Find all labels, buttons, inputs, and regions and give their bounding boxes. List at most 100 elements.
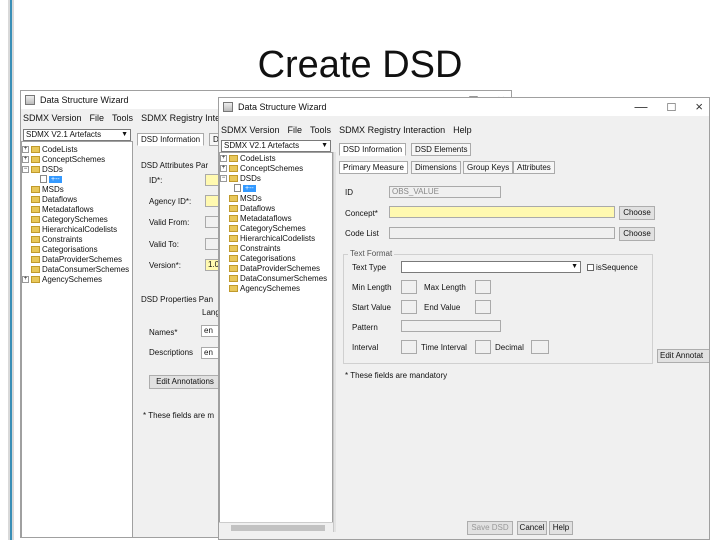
artefact-tree[interactable]: + CodeLists + ConceptSchemes − DSDs +-- MSD… [21, 141, 133, 537]
min-length-field[interactable] [401, 280, 417, 294]
folder-icon [229, 194, 238, 202]
choose-concept-button[interactable]: Choose [619, 206, 655, 220]
expand-icon[interactable]: + [220, 154, 227, 162]
tree-item[interactable]: Metadataflows [31, 204, 94, 214]
minimize-icon[interactable]: — [635, 99, 648, 114]
expand-icon[interactable]: + [22, 155, 29, 163]
tab-dimensions[interactable]: Dimensions [411, 161, 461, 174]
collapse-icon[interactable]: − [22, 165, 29, 173]
edit-annotations-button[interactable]: Edit Annotat [657, 349, 709, 363]
tree-item[interactable]: CategorySchemes [229, 223, 306, 233]
tree-item[interactable]: Metadataflows [229, 213, 292, 223]
menu-sdmx-version[interactable]: SDMX Version [23, 113, 82, 127]
version-label: Version*: [149, 261, 182, 270]
interval-field[interactable] [401, 340, 417, 354]
maximize-icon[interactable]: □ [668, 99, 676, 114]
tree-item[interactable]: − DSDs [220, 173, 261, 183]
close-icon[interactable]: × [695, 99, 703, 114]
splitter[interactable] [333, 152, 336, 532]
artefacts-select[interactable]: SDMX V2.1 Artefacts ▼ [23, 129, 131, 141]
menu-file[interactable]: File [288, 125, 303, 139]
menu-registry-interaction[interactable]: SDMX Registry Interaction [339, 125, 445, 139]
max-length-field[interactable] [475, 280, 491, 294]
tree-item[interactable]: + CodeLists [220, 153, 276, 163]
tree-item[interactable]: Dataflows [31, 194, 77, 204]
tree-item[interactable]: MSDs [31, 184, 64, 194]
menu-sdmx-version[interactable]: SDMX Version [221, 125, 280, 139]
descriptions-lang-field[interactable]: en [201, 347, 219, 359]
tree-item[interactable]: DataConsumerSchemes [229, 273, 327, 283]
artefacts-select[interactable]: SDMX V2.1 Artefacts ▼ [221, 140, 331, 152]
collapse-icon[interactable]: − [220, 174, 227, 182]
slide-title: Create DSD [257, 44, 463, 86]
tree-item[interactable]: MSDs [229, 193, 262, 203]
codelist-field[interactable] [389, 227, 615, 239]
properties-panel-title: DSD Properties Pan [141, 295, 214, 304]
concept-field[interactable] [389, 206, 615, 218]
tab-dsd-elements[interactable]: DSD Elements [411, 143, 472, 156]
app-icon [223, 102, 233, 112]
tree-item[interactable]: Categorisations [31, 244, 98, 254]
folder-icon [31, 205, 40, 213]
edit-annotations-button[interactable]: Edit Annotations [149, 375, 221, 389]
start-value-field[interactable] [401, 300, 417, 314]
tree-item[interactable]: + AgencySchemes [22, 274, 102, 284]
attributes-panel-title: DSD Attributes Par [141, 161, 209, 170]
decimal-field[interactable] [531, 340, 549, 354]
tab-dsd-information[interactable]: DSD Information [339, 143, 407, 156]
tree-item[interactable]: Constraints [229, 243, 280, 253]
tree-item[interactable]: DataProviderSchemes [229, 263, 320, 273]
save-dsd-button[interactable]: Save DSD [467, 521, 513, 535]
tree-item[interactable]: HierarchicalCodelists [229, 233, 315, 243]
front-window-titlebar[interactable]: Data Structure Wizard — □ × [219, 98, 709, 116]
front-window: Data Structure Wizard — □ × SDMX Version… [218, 97, 710, 540]
tree-item[interactable]: − DSDs [22, 164, 63, 174]
expand-icon[interactable]: + [22, 145, 29, 153]
folder-icon [229, 224, 238, 232]
front-window-controls: — □ × [635, 99, 703, 114]
scrollbar-thumb[interactable] [231, 525, 325, 531]
text-type-select[interactable]: ▼ [401, 261, 581, 273]
is-sequence-checkbox[interactable]: isSequence [587, 263, 638, 272]
help-button[interactable]: Help [549, 521, 573, 535]
checkbox-icon[interactable] [587, 264, 594, 272]
mandatory-note: * These fields are mandatory [345, 371, 448, 380]
folder-icon [31, 145, 40, 153]
tree-item[interactable]: + CodeLists [22, 144, 78, 154]
menu-registry-interaction[interactable]: SDMX Registry Intera [141, 113, 228, 127]
time-interval-label: Time Interval [421, 343, 467, 352]
choose-codelist-button[interactable]: Choose [619, 227, 655, 241]
tab-dsd-information[interactable]: DSD Information [137, 133, 205, 146]
tree-item[interactable]: DataProviderSchemes [31, 254, 122, 264]
names-lang-field[interactable]: en [201, 325, 219, 337]
tab-primary-measure[interactable]: Primary Measure [339, 161, 408, 174]
menu-tools[interactable]: Tools [310, 125, 331, 139]
tab-group-keys[interactable]: Group Keys [463, 161, 514, 174]
tree-item-new[interactable]: +-- [234, 183, 256, 193]
tree-item[interactable]: + ConceptSchemes [22, 154, 105, 164]
tree-item[interactable]: Categorisations [229, 253, 296, 263]
tree-item[interactable]: Dataflows [229, 203, 275, 213]
tree-item[interactable]: CategorySchemes [31, 214, 108, 224]
tree-item[interactable]: AgencySchemes [229, 283, 300, 293]
tree-item[interactable]: + ConceptSchemes [220, 163, 303, 173]
expand-icon[interactable]: + [22, 275, 29, 283]
expand-icon[interactable]: + [220, 164, 227, 172]
tree-item[interactable]: HierarchicalCodelists [31, 224, 117, 234]
time-interval-field[interactable] [475, 340, 491, 354]
cancel-button[interactable]: Cancel [517, 521, 547, 535]
end-value-field[interactable] [475, 300, 491, 314]
menu-help[interactable]: Help [453, 125, 472, 139]
tree-item-new[interactable]: +-- [40, 174, 62, 184]
folder-icon [31, 155, 40, 163]
pattern-field[interactable] [401, 320, 501, 332]
folder-icon [31, 165, 40, 173]
tab-attributes[interactable]: Attributes [513, 161, 555, 174]
artefact-tree[interactable]: + CodeLists + ConceptSchemes − DSDs +-- MSD… [219, 152, 333, 530]
tree-item[interactable]: DataConsumerSchemes [31, 264, 129, 274]
folder-icon [229, 154, 238, 162]
tree-horizontal-scrollbar[interactable] [219, 522, 333, 532]
tree-item[interactable]: Constraints [31, 234, 82, 244]
menu-file[interactable]: File [90, 113, 105, 127]
menu-tools[interactable]: Tools [112, 113, 133, 127]
